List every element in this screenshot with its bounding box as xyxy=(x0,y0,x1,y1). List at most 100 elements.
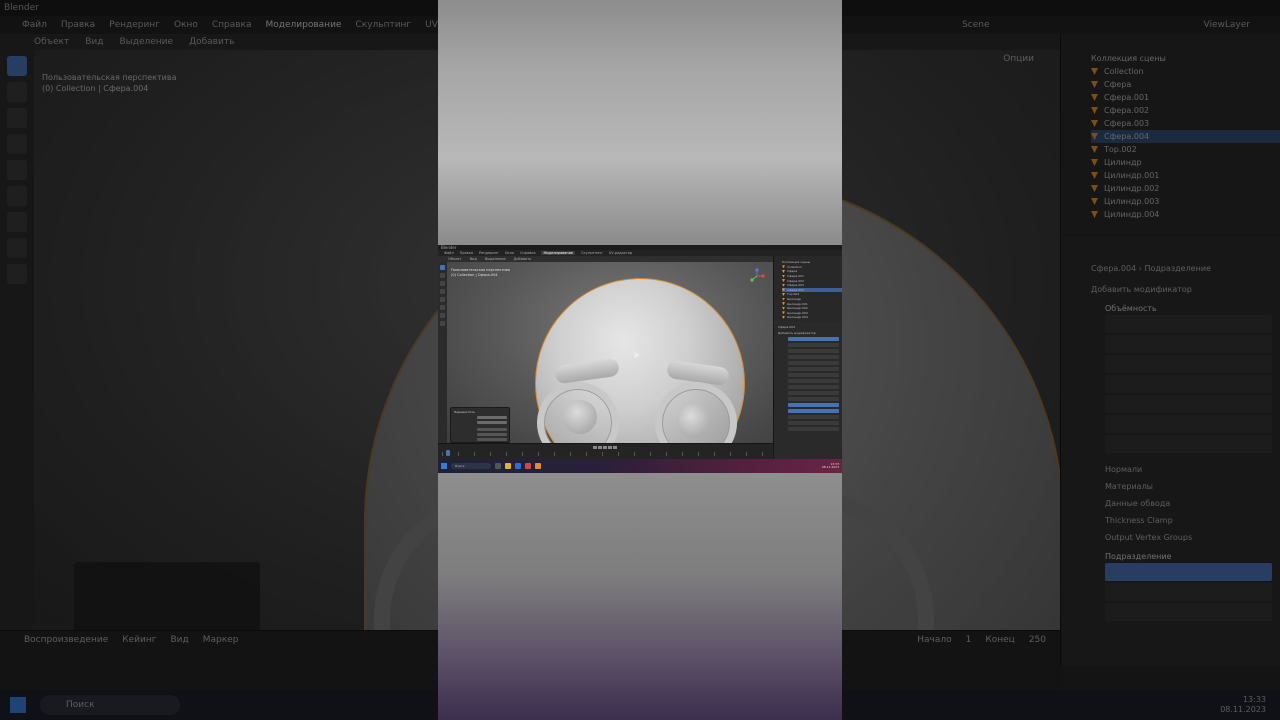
outliner-item[interactable]: Сфера xyxy=(787,269,797,273)
outliner-item[interactable]: Сфера.001 xyxy=(787,274,804,278)
section-materials[interactable] xyxy=(788,391,839,395)
outliner-item[interactable]: Цилиндр.004 xyxy=(787,315,808,319)
outliner-item[interactable]: Цилиндр.001 xyxy=(787,302,808,306)
bg-workspace-sculpt[interactable]: Скульптинг xyxy=(355,20,411,30)
bg-menu-help[interactable]: Справка xyxy=(212,20,252,30)
timeline-playhead[interactable] xyxy=(446,450,450,456)
bg-rim-fill-check[interactable] xyxy=(1105,395,1272,413)
navigation-gizmo-icon[interactable] xyxy=(749,268,765,284)
yandex-browser-icon[interactable] xyxy=(505,463,511,469)
move-tool-icon[interactable] xyxy=(440,281,445,286)
redo-option[interactable] xyxy=(477,438,507,441)
rotate-tool-icon[interactable] xyxy=(7,134,27,154)
measure-tool-icon[interactable] xyxy=(440,321,445,326)
blender-taskbar-icon[interactable] xyxy=(535,463,541,469)
play-icon[interactable] xyxy=(603,446,607,449)
menu-help[interactable]: Справка xyxy=(520,251,535,255)
cursor-tool-icon[interactable] xyxy=(7,82,27,102)
prev-key-icon[interactable] xyxy=(598,446,602,449)
bg-section-materials[interactable]: Материалы xyxy=(1105,478,1280,495)
bg-menu-window[interactable]: Окно xyxy=(174,20,198,30)
bg-taskbar-search[interactable]: Поиск xyxy=(40,695,180,715)
3d-viewport[interactable]: Пользовательская перспектива (0) Collect… xyxy=(447,262,773,443)
menu-edit[interactable]: Правка xyxy=(460,251,473,255)
bg-timeline-marker[interactable]: Маркер xyxy=(203,635,239,645)
header-object[interactable]: Объект xyxy=(448,257,462,261)
section-normals[interactable] xyxy=(788,385,839,389)
workspace-sculpt[interactable]: Скульптинг xyxy=(581,251,603,255)
bg-options-label[interactable]: Опции xyxy=(1003,54,1034,64)
bg-catmull-clark-button[interactable] xyxy=(1105,563,1272,581)
thickness-field[interactable] xyxy=(788,349,839,353)
bg-header-view[interactable]: Вид xyxy=(85,37,103,47)
next-key-icon[interactable] xyxy=(608,446,612,449)
redo-value-1[interactable] xyxy=(477,416,507,419)
bg-outliner-item[interactable]: Цилиндр.004 xyxy=(1104,210,1159,219)
bg-timeline-end-value[interactable]: 250 xyxy=(1029,635,1046,645)
vertex-group-field[interactable] xyxy=(788,379,839,383)
measure-tool-icon[interactable] xyxy=(7,238,27,258)
bg-outliner-item[interactable]: Цилиндр.003 xyxy=(1104,197,1159,206)
bg-header-select[interactable]: Выделение xyxy=(119,37,173,47)
bg-outliner-item[interactable]: Сфера.003 xyxy=(1104,119,1149,128)
section-rim-data[interactable] xyxy=(788,397,839,401)
outliner-item[interactable]: Сфера.003 xyxy=(787,283,804,287)
bg-thickness-field[interactable] xyxy=(1105,335,1272,353)
select-tool-icon[interactable] xyxy=(440,265,445,270)
header-select[interactable]: Выделение xyxy=(485,257,506,261)
header-add[interactable]: Добавить xyxy=(514,257,532,261)
move-tool-icon[interactable] xyxy=(7,108,27,128)
bg-section-rim-data[interactable]: Данные обвода xyxy=(1105,495,1280,512)
app-icon[interactable] xyxy=(525,463,531,469)
offset-field[interactable] xyxy=(788,355,839,359)
even-thickness-check[interactable] xyxy=(788,361,839,365)
subdivision-header[interactable] xyxy=(788,403,839,407)
catmull-clark-button[interactable] xyxy=(788,409,839,413)
bg-only-rim-check[interactable] xyxy=(1105,415,1272,433)
add-cube-tool-icon[interactable] xyxy=(7,264,27,284)
bg-subdiv-label[interactable]: Подразделение xyxy=(1105,552,1280,561)
menu-render[interactable]: Рендеринг xyxy=(479,251,499,255)
annotate-tool-icon[interactable] xyxy=(440,313,445,318)
outliner-item[interactable]: Сфера.002 xyxy=(787,279,804,283)
bg-mode-field[interactable] xyxy=(1105,315,1272,333)
bg-offset-field[interactable] xyxy=(1105,355,1272,373)
solidify-header[interactable] xyxy=(788,337,839,341)
bg-even-thickness-check[interactable] xyxy=(1105,375,1272,393)
rim-fill-check[interactable] xyxy=(788,367,839,371)
outliner-item[interactable]: Collection xyxy=(787,265,802,269)
taskbar-search[interactable]: Поиск xyxy=(451,463,491,469)
jump-end-icon[interactable] xyxy=(613,446,617,449)
bg-menu-render[interactable]: Рендеринг xyxy=(109,20,160,30)
bg-outliner-item[interactable]: Сфера.002 xyxy=(1104,106,1149,115)
scale-tool-icon[interactable] xyxy=(7,160,27,180)
annotate-tool-icon[interactable] xyxy=(7,212,27,232)
transform-tool-icon[interactable] xyxy=(7,186,27,206)
bg-section-thickness-clamp[interactable]: Thickness Clamp xyxy=(1105,512,1280,529)
windows-start-icon[interactable] xyxy=(441,463,447,469)
playback-controls[interactable] xyxy=(593,446,617,449)
bg-vertex-group-field[interactable] xyxy=(1105,435,1272,453)
bg-outliner-item[interactable]: Цилиндр xyxy=(1104,158,1142,167)
redo-proportional[interactable] xyxy=(477,433,507,436)
bg-scene-name[interactable]: Scene xyxy=(962,20,989,30)
workspace-uv[interactable]: UV-редактор xyxy=(609,251,632,255)
menu-file[interactable]: Файл xyxy=(444,251,454,255)
select-tool-icon[interactable] xyxy=(7,56,27,76)
header-view[interactable]: Вид xyxy=(470,257,477,261)
bg-timeline-start-value[interactable]: 1 xyxy=(966,635,972,645)
timeline-ruler[interactable] xyxy=(442,452,770,456)
bg-outliner-item-selected[interactable]: Сфера.004 xyxy=(1104,132,1149,141)
props-add-modifier[interactable]: Добавить модификатор xyxy=(778,331,842,335)
bg-header-object[interactable]: Объект xyxy=(34,37,69,47)
outliner-item[interactable]: Цилиндр.003 xyxy=(787,311,808,315)
bg-timeline-playback[interactable]: Воспроизведение xyxy=(24,635,108,645)
bg-outliner-item[interactable]: Collection xyxy=(1104,67,1144,76)
taskview-icon[interactable] xyxy=(495,463,501,469)
bg-view-layer[interactable]: ViewLayer xyxy=(1204,20,1250,30)
workspace-modeling[interactable]: Моделирование xyxy=(541,251,576,255)
outliner-item[interactable]: Тор.002 xyxy=(787,292,799,296)
bg-render-field[interactable] xyxy=(1105,603,1272,621)
bg-add-modifier[interactable]: Добавить модификатор xyxy=(1091,285,1280,294)
bg-outliner-item[interactable]: Цилиндр.002 xyxy=(1104,184,1159,193)
